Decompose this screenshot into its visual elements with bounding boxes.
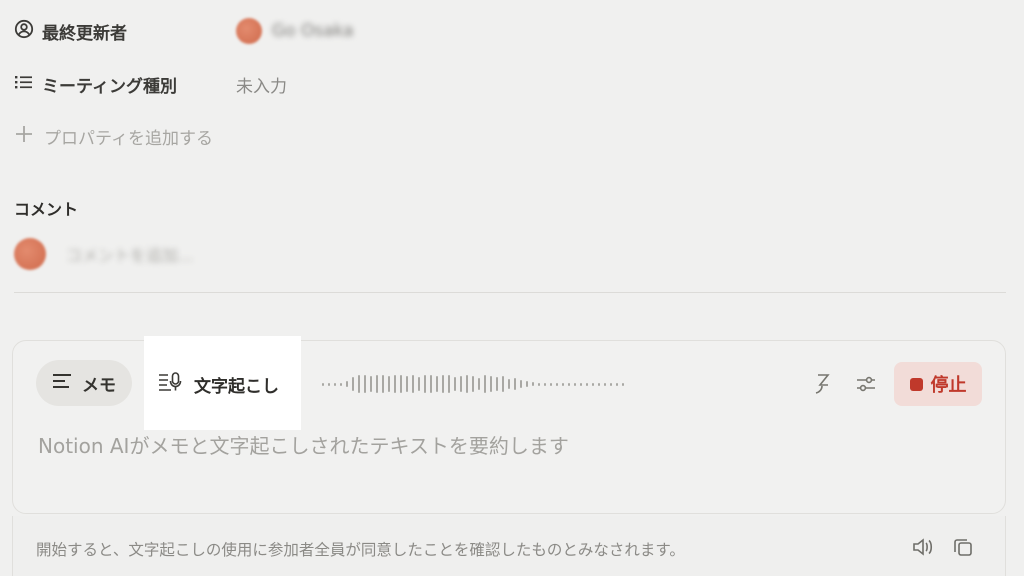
waveform-bar (430, 375, 432, 393)
waveform-bar (466, 375, 468, 393)
waveform-bar (436, 376, 438, 392)
waveform-bar (346, 381, 348, 387)
property-label-wrap: ミーティング種別 (14, 72, 177, 97)
property-label: ミーティング種別 (42, 76, 177, 97)
waveform-bar (370, 376, 372, 392)
add-property-button[interactable]: プロパティを追加する (14, 124, 213, 149)
waveform-bar (496, 377, 498, 391)
avatar (14, 238, 46, 270)
waveform-bar (550, 382, 552, 386)
waveform-bar (526, 381, 528, 387)
stop-button[interactable]: 停止 (894, 362, 982, 406)
tab-transcript[interactable]: 文字起こし (158, 368, 279, 400)
consent-notice: 開始すると、文字起こしの使用に参加者全員が同意したことを確認したものとみなされま… (36, 541, 685, 559)
add-property-label: プロパティを追加する (44, 129, 213, 149)
stop-icon (909, 377, 923, 391)
waveform-bar (460, 376, 462, 392)
waveform-bar (484, 375, 486, 393)
copy-icon[interactable] (950, 534, 976, 560)
waveform-bar (592, 382, 594, 386)
waveform-bar (490, 376, 492, 392)
waveform-bar (364, 375, 366, 393)
property-label: 最終更新者 (42, 23, 127, 44)
waveform-bar (532, 382, 534, 386)
waveform-bar (412, 375, 414, 393)
waveform-bar (424, 375, 426, 393)
sliders-icon[interactable] (852, 370, 880, 398)
audio-waveform (322, 374, 624, 394)
waveform-bar (502, 376, 504, 392)
waveform-bar (520, 380, 522, 388)
waveform-bar (388, 376, 390, 392)
waveform-bar (586, 382, 588, 386)
comment-input[interactable]: コメントを追加... (66, 242, 193, 266)
stop-label: 停止 (930, 375, 967, 396)
waveform-bar (538, 382, 540, 386)
waveform-bar (358, 375, 360, 393)
waveform-bar (598, 382, 600, 386)
language-icon[interactable] (810, 370, 838, 398)
property-last-editor[interactable]: 最終更新者 (14, 16, 127, 46)
waveform-bar (376, 375, 378, 393)
plus-icon (14, 124, 34, 149)
waveform-bar (610, 382, 612, 386)
waveform-bar (340, 382, 342, 386)
speaker-icon[interactable] (910, 534, 936, 560)
property-label-wrap: 最終更新者 (14, 19, 127, 44)
waveform-bar (454, 377, 456, 391)
waveform-bar (574, 382, 576, 386)
waveform-bar (514, 378, 516, 390)
waveform-bar (400, 375, 402, 393)
waveform-bar (382, 375, 384, 393)
waveform-bar (448, 375, 450, 393)
comments-title: コメント (14, 200, 79, 219)
list-icon (14, 72, 34, 97)
waveform-bar (418, 377, 420, 391)
waveform-bar (472, 376, 474, 392)
user-circle-icon (14, 19, 34, 44)
waveform-bar (604, 382, 606, 386)
waveform-bar (352, 377, 354, 391)
tab-memo[interactable]: メモ (36, 360, 132, 406)
waveform-bar (580, 382, 582, 386)
waveform-bar (322, 382, 324, 386)
waveform-bar (478, 378, 480, 390)
property-value-meeting-type[interactable]: 未入力 (236, 72, 287, 97)
align-left-icon (52, 372, 72, 395)
waveform-bar (394, 375, 396, 393)
waveform-bar (544, 382, 546, 386)
waveform-bar (442, 375, 444, 393)
waveform-bar (562, 382, 564, 386)
summary-placeholder: Notion AIがメモと文字起こしされたテキストを要約します (38, 434, 569, 458)
waveform-bar (556, 382, 558, 386)
section-divider (14, 292, 1006, 293)
property-value-last-editor[interactable]: Go Osaka (236, 18, 354, 44)
waveform-bar (568, 382, 570, 386)
waveform-bar (508, 379, 510, 389)
tab-memo-label: メモ (82, 375, 116, 396)
tab-transcript-label: 文字起こし (194, 376, 279, 397)
waveform-bar (616, 382, 618, 386)
property-meeting-type[interactable]: ミーティング種別 (14, 69, 177, 99)
transcript-mic-icon (158, 371, 184, 398)
avatar (236, 18, 262, 44)
waveform-bar (328, 382, 330, 386)
waveform-bar (406, 376, 408, 392)
editor-name: Go Osaka (272, 21, 354, 41)
comment-input-row[interactable]: コメントを追加... (14, 238, 193, 270)
waveform-bar (622, 382, 624, 386)
empty-value: 未入力 (236, 77, 287, 97)
waveform-bar (334, 382, 336, 386)
